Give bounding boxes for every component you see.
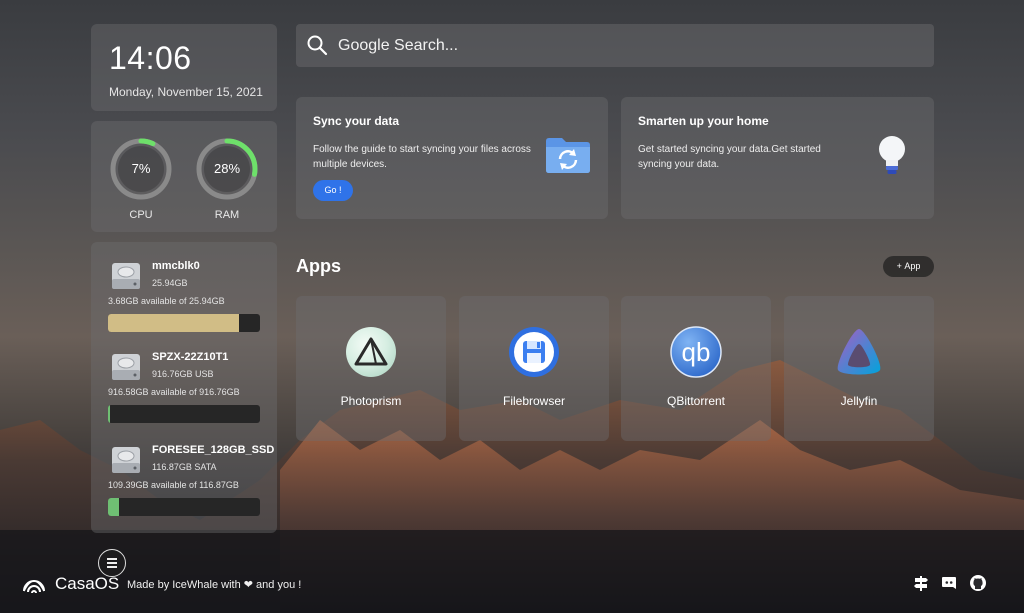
app-label: Filebrowser: [502, 394, 565, 408]
cpu-value: 7%: [131, 161, 151, 176]
ram-label: RAM: [214, 209, 240, 221]
photoprism-icon: [346, 327, 396, 377]
hard-drive-icon: [112, 263, 140, 289]
svg-text:qb: qb: [682, 337, 711, 367]
system-status-widget: 7% CPU 28% RAM: [91, 121, 277, 232]
disk-name: mmcblk0: [152, 260, 200, 272]
qbittorrent-icon: qb: [670, 326, 722, 378]
app-label: Jellyfin: [840, 394, 878, 408]
disk-name: SPZX-22Z10T1: [152, 351, 229, 363]
app-tile-jellyfin[interactable]: Jellyfin: [784, 296, 934, 441]
smart-home-card: Smarten up your home Get started syncing…: [621, 97, 934, 219]
apps-section-title: Apps: [296, 256, 341, 276]
disk-item[interactable]: SPZX-22Z10T1 916.76GB USB 916.58GB avail…: [91, 350, 277, 440]
add-app-label: App: [904, 261, 921, 271]
disk-size: 25.94GB: [152, 278, 188, 288]
disk-size: 916.76GB USB: [152, 369, 214, 379]
disk-usage-bar: [108, 405, 260, 423]
signpost-icon[interactable]: [912, 574, 930, 592]
footer-credit: Made by IceWhale with ❤ and you !: [127, 579, 302, 591]
search-icon: [307, 35, 328, 56]
cpu-label: CPU: [129, 209, 153, 221]
disk-available: 109.39GB available of 116.87GB: [108, 480, 239, 490]
footer-brand: CasaOS: [55, 574, 120, 593]
add-app-button[interactable]: + App: [883, 256, 934, 277]
sync-data-card: Sync your data Follow the guide to start…: [296, 97, 608, 219]
ram-value: 28%: [213, 161, 241, 176]
go-button[interactable]: Go !: [313, 180, 353, 201]
disk-usage-bar: [108, 498, 260, 516]
filebrowser-icon: [509, 327, 559, 377]
card-title: Sync your data: [313, 114, 400, 128]
ram-gauge: 28%: [195, 137, 259, 201]
search-bar: [296, 24, 934, 67]
sync-folder-icon: [546, 138, 590, 173]
app-label: Photoprism: [340, 394, 402, 408]
disk-available: 3.68GB available of 25.94GB: [108, 296, 225, 306]
discord-icon[interactable]: [940, 574, 958, 592]
footer: CasaOS Made by IceWhale with ❤ and you !: [0, 560, 1024, 613]
card-description: Get started syncing your data.Get starte…: [638, 144, 821, 170]
app-tile-qbittorrent[interactable]: qb QBittorrent: [621, 296, 771, 441]
casaos-logo-icon: [23, 580, 45, 594]
disk-usage-bar: [108, 314, 260, 332]
clock-time: 14:06: [109, 40, 192, 76]
cpu-gauge: 7%: [109, 137, 173, 201]
card-description: Follow the guide to start syncing your f…: [313, 144, 531, 170]
disk-size: 116.87GB SATA: [152, 462, 217, 472]
jellyfin-icon: [837, 329, 881, 375]
hard-drive-icon: [112, 354, 140, 380]
app-tile-photoprism[interactable]: Photoprism: [296, 296, 446, 441]
clock-widget: 14:06 Monday, November 15, 2021: [91, 24, 277, 111]
disk-item[interactable]: mmcblk0 25.94GB 3.68GB available of 25.9…: [91, 259, 277, 349]
github-icon[interactable]: [969, 574, 987, 592]
app-tile-filebrowser[interactable]: Filebrowser: [459, 296, 609, 441]
disk-item[interactable]: FORESEE_128GB_SSD 116.87GB SATA 109.39GB…: [91, 443, 277, 533]
disk-name: FORESEE_128GB_SSD: [152, 444, 275, 456]
app-label: QBittorrent: [666, 394, 726, 408]
lightbulb-icon: [879, 136, 905, 174]
clock-date: Monday, November 15, 2021: [109, 85, 263, 99]
hard-drive-icon: [112, 447, 140, 473]
search-input[interactable]: [338, 24, 898, 67]
card-title: Smarten up your home: [638, 114, 769, 128]
plus-icon: +: [896, 261, 902, 271]
storage-widget: mmcblk0 25.94GB 3.68GB available of 25.9…: [91, 242, 277, 533]
disk-available: 916.58GB available of 916.76GB: [108, 387, 240, 397]
